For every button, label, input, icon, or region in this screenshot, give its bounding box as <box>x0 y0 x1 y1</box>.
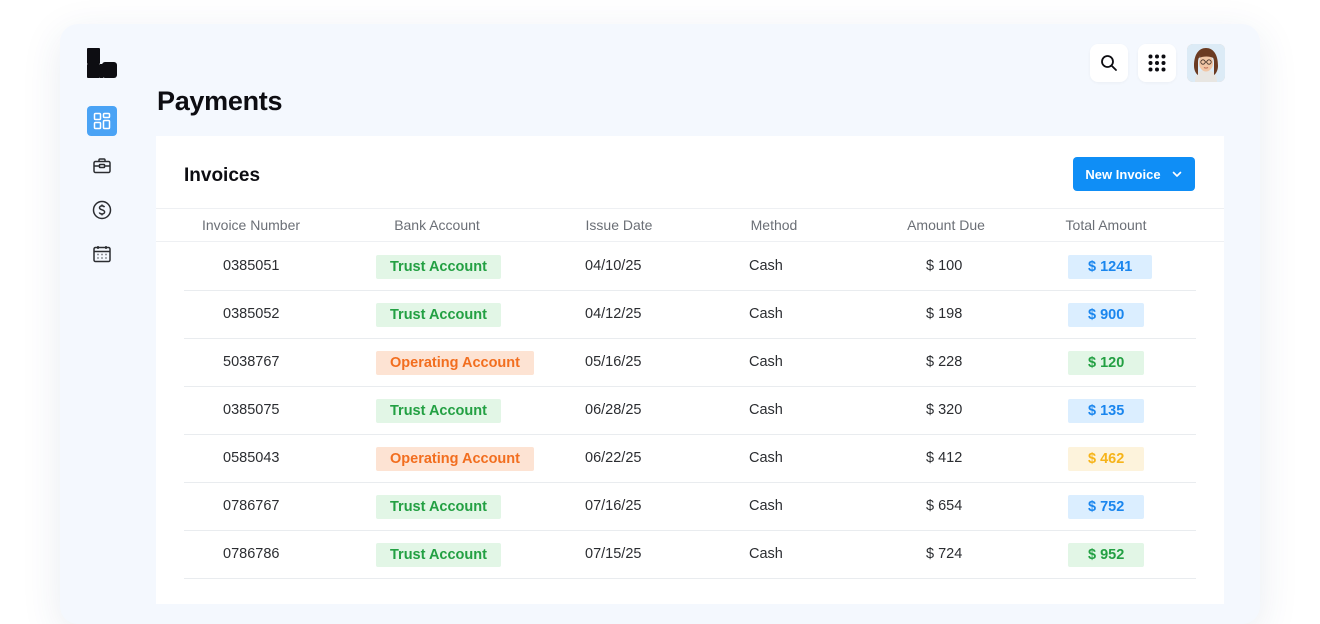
dollar-icon <box>92 200 112 220</box>
amount-due: $ 100 <box>926 258 963 274</box>
page-title: Payments <box>157 86 283 116</box>
sidebar-item-dashboard[interactable] <box>87 106 117 136</box>
chevron-down-icon <box>1172 171 1181 177</box>
payment-method: Cash <box>749 546 783 562</box>
issue-date: 07/16/25 <box>585 498 642 514</box>
table-row[interactable]: 0786786 Trust Account 07/15/25 Cash $ 72… <box>184 531 1196 579</box>
new-invoice-label: New Invoice <box>1085 166 1161 182</box>
invoice-number: 0385052 <box>223 306 280 322</box>
user-avatar[interactable] <box>1187 44 1225 82</box>
payment-method: Cash <box>749 450 783 466</box>
invoices-card: Invoices New Invoice Invoice Number Bank… <box>156 136 1224 604</box>
amount-due: $ 198 <box>926 306 963 322</box>
column-header-bank-account: Bank Account <box>394 217 480 233</box>
column-header-invoice-number: Invoice Number <box>201 217 301 233</box>
search-button[interactable] <box>1090 44 1128 82</box>
payment-method: Cash <box>749 306 783 322</box>
total-amount-badge: $ 952 <box>1068 543 1145 567</box>
bank-account-badge: Trust Account <box>376 399 501 423</box>
table-row[interactable]: 0385051 Trust Account 04/10/25 Cash $ 10… <box>184 243 1196 291</box>
amount-due: $ 412 <box>926 450 963 466</box>
table-row[interactable]: 0385075 Trust Account 06/28/25 Cash $ 32… <box>184 387 1196 435</box>
table-row[interactable]: 0786767 Trust Account 07/16/25 Cash $ 65… <box>184 483 1196 531</box>
issue-date: 04/12/25 <box>585 306 642 322</box>
apps-grid-icon <box>1148 54 1166 72</box>
invoice-number: 0786767 <box>223 498 280 514</box>
amount-due: $ 320 <box>926 402 963 418</box>
amount-due: $ 228 <box>926 354 963 370</box>
bank-account-badge: Operating Account <box>376 447 534 471</box>
table-row[interactable]: 5038767 Operating Account 05/16/25 Cash … <box>184 339 1196 387</box>
table-row[interactable]: 0385052 Trust Account 04/12/25 Cash $ 19… <box>184 291 1196 339</box>
total-amount-badge: $ 135 <box>1068 399 1145 423</box>
payment-method: Cash <box>749 402 783 418</box>
calendar-icon <box>93 246 111 263</box>
bank-account-badge: Trust Account <box>376 495 501 519</box>
new-invoice-button[interactable]: New Invoice <box>1073 157 1195 191</box>
sidebar-item-calendar[interactable] <box>87 239 117 269</box>
total-amount-badge: $ 1241 <box>1068 255 1153 279</box>
issue-date: 07/15/25 <box>585 546 642 562</box>
column-header-total-amount: Total Amount <box>1065 217 1147 233</box>
table-header: Invoice Number Bank Account Issue Date M… <box>156 208 1224 242</box>
invoice-number: 0786786 <box>223 546 280 562</box>
column-header-issue-date: Issue Date <box>585 217 653 233</box>
total-amount-badge: $ 752 <box>1068 495 1145 519</box>
total-amount-badge: $ 120 <box>1068 351 1145 375</box>
total-amount-badge: $ 900 <box>1068 303 1145 327</box>
issue-date: 05/16/25 <box>585 354 642 370</box>
bank-account-badge: Trust Account <box>376 303 501 327</box>
amount-due: $ 724 <box>926 546 963 562</box>
column-header-method: Method <box>750 217 798 233</box>
bank-account-badge: Operating Account <box>376 351 534 375</box>
bank-account-badge: Trust Account <box>376 255 501 279</box>
avatar-icon <box>1187 44 1225 82</box>
amount-due: $ 654 <box>926 498 963 514</box>
issue-date: 06/22/25 <box>585 450 642 466</box>
invoice-number: 0385075 <box>223 402 280 418</box>
dashboard-icon <box>93 112 111 130</box>
payment-method: Cash <box>749 258 783 274</box>
column-header-amount-due: Amount Due <box>907 217 985 233</box>
invoice-number: 0585043 <box>223 450 280 466</box>
briefcase-icon <box>93 158 111 174</box>
sidebar-item-payments[interactable] <box>87 195 117 225</box>
card-title: Invoices <box>184 165 261 186</box>
total-amount-badge: $ 462 <box>1068 447 1145 471</box>
search-icon <box>1101 55 1117 71</box>
bank-account-badge: Trust Account <box>376 543 501 567</box>
sidebar-item-briefcase[interactable] <box>87 151 117 181</box>
invoice-number: 0385051 <box>223 258 280 274</box>
payment-method: Cash <box>749 354 783 370</box>
issue-date: 06/28/25 <box>585 402 642 418</box>
invoice-table-body: 0385051 Trust Account 04/10/25 Cash $ 10… <box>184 243 1196 579</box>
payment-method: Cash <box>749 498 783 514</box>
apps-button[interactable] <box>1138 44 1176 82</box>
issue-date: 04/10/25 <box>585 258 642 274</box>
app-logo-icon <box>87 48 117 78</box>
table-row[interactable]: 0585043 Operating Account 06/22/25 Cash … <box>184 435 1196 483</box>
invoice-number: 5038767 <box>223 354 280 370</box>
